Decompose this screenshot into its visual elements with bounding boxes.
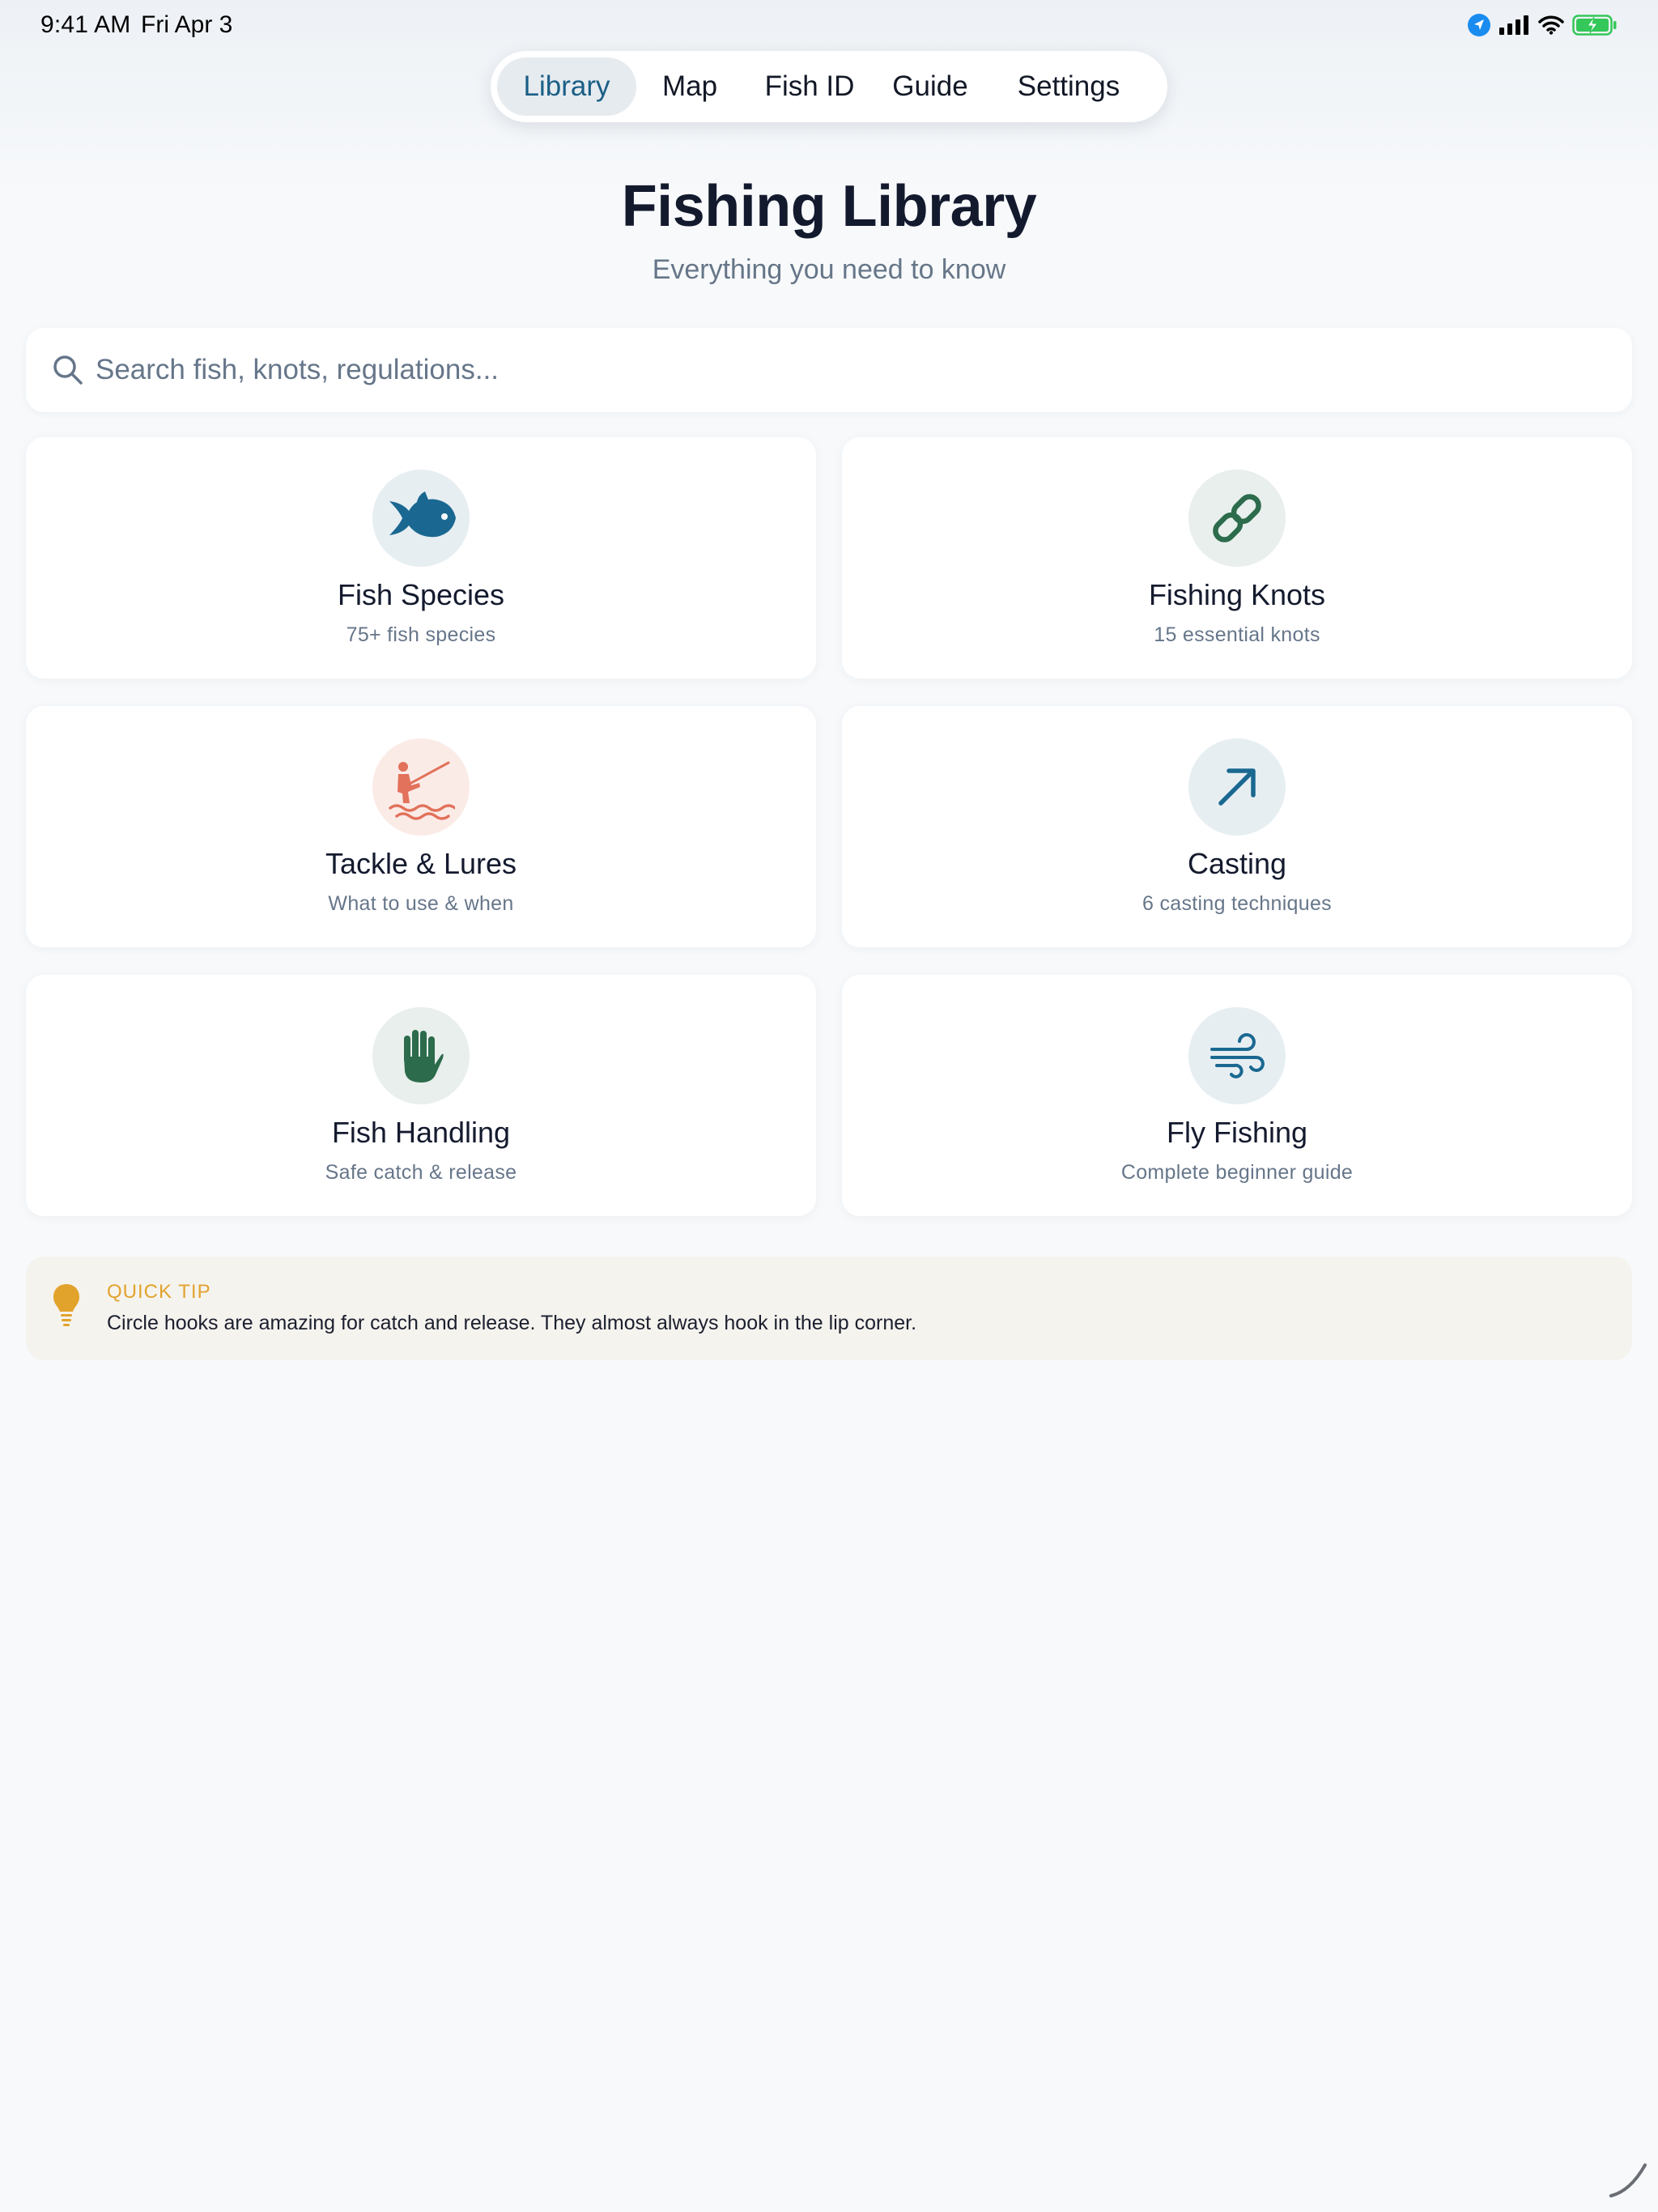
status-icons [1467, 13, 1618, 37]
card-title: Tackle & Lures [325, 847, 517, 880]
card-title: Fly Fishing [1166, 1116, 1308, 1149]
tab-guide[interactable]: Guide [876, 57, 984, 116]
location-icon [1468, 14, 1490, 36]
status-time: 9:41 AM [40, 11, 131, 38]
card-title: Fish Handling [331, 1116, 511, 1149]
hand-icon [404, 1030, 444, 1083]
hand-icon-badge [372, 1007, 470, 1104]
card-title: Fishing Knots [1148, 578, 1326, 611]
category-card-fly-fishing[interactable]: Fly Fishing Complete beginner guide [842, 975, 1632, 1216]
card-title: Casting [1187, 847, 1287, 880]
link-icon-badge [1188, 470, 1286, 567]
category-card-fish-handling[interactable]: Fish Handling Safe catch & release [26, 975, 816, 1216]
card-subtitle: 15 essential knots [1154, 623, 1320, 646]
quick-tip-text: Circle hooks are amazing for catch and r… [107, 1312, 917, 1334]
status-bar: 9:41 AM Fri Apr 3 [0, 0, 1658, 52]
card-subtitle: What to use & when [328, 892, 514, 915]
status-date: Fri Apr 3 [141, 11, 233, 38]
search-input[interactable] [96, 346, 1601, 394]
angler-icon [389, 761, 455, 820]
battery-charging-icon [1572, 15, 1617, 36]
quick-tip: QUICK TIP Circle hooks are amazing for c… [26, 1257, 1632, 1360]
card-subtitle: 6 casting techniques [1142, 892, 1332, 915]
tab-fish-id[interactable]: Fish ID [743, 57, 876, 116]
wind-icon [1210, 1033, 1265, 1078]
arrow-up-right-icon [1218, 768, 1256, 806]
tab-bar: Library Map Fish ID Guide Settings [491, 51, 1167, 122]
card-subtitle: Complete beginner guide [1120, 1161, 1354, 1184]
fish-icon [389, 491, 456, 538]
lightbulb-icon [53, 1284, 79, 1326]
card-subtitle: Safe catch & release [325, 1161, 517, 1184]
tab-library[interactable]: Library [497, 57, 636, 116]
search-icon [53, 355, 83, 385]
tab-map[interactable]: Map [636, 57, 743, 116]
category-card-fish-species[interactable]: Fish Species 75+ fish species [26, 437, 816, 678]
quick-tip-label: QUICK TIP [107, 1281, 211, 1303]
wifi-icon [1538, 15, 1564, 35]
category-card-tackle-lures[interactable]: Tackle & Lures What to use & when [26, 706, 816, 947]
resize-corner-indicator [1609, 2163, 1647, 2197]
link-icon [1213, 494, 1261, 542]
arrow-up-right-icon-badge [1188, 738, 1286, 836]
card-subtitle: 75+ fish species [346, 623, 496, 646]
search-bar [26, 328, 1632, 412]
card-title: Fish Species [337, 578, 505, 611]
page-title: Fishing Library [621, 174, 1037, 239]
page-subtitle: Everything you need to know [652, 254, 1006, 285]
fish-icon-badge [372, 470, 470, 567]
category-card-fishing-knots[interactable]: Fishing Knots 15 essential knots [842, 437, 1632, 678]
tab-settings[interactable]: Settings [984, 57, 1153, 116]
angler-icon-badge [372, 738, 470, 836]
wind-icon-badge [1188, 1007, 1286, 1104]
cellular-signal-icon [1499, 15, 1528, 35]
category-card-casting[interactable]: Casting 6 casting techniques [842, 706, 1632, 947]
